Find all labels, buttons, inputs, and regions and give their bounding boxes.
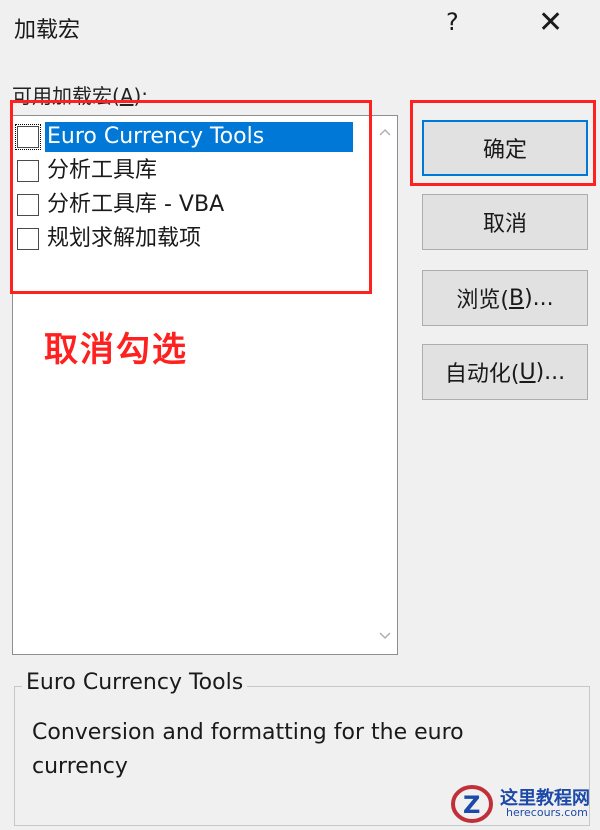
cancel-button[interactable]: 取消	[422, 194, 588, 250]
list-item[interactable]: 规划求解加载项	[17, 224, 207, 254]
available-addins-label: 可用加载宏(A):	[12, 84, 149, 108]
description-title: Euro Currency Tools	[22, 670, 248, 695]
list-item[interactable]: 分析工具库 - VBA	[17, 190, 230, 220]
addin-checkbox[interactable]	[17, 228, 39, 250]
description-text: Conversion and formatting for the euro c…	[32, 720, 464, 779]
ok-button[interactable]: 确定	[422, 120, 588, 176]
watermark: Z 这里教程网 herecours.com	[450, 782, 596, 826]
annotation-text: 取消勾选	[44, 330, 188, 370]
list-item[interactable]: Euro Currency Tools	[15, 122, 353, 152]
dialog-title-bar: 加载宏 ? ✕	[0, 0, 600, 58]
chevron-down-icon[interactable]	[373, 624, 397, 650]
addin-checkbox[interactable]	[15, 124, 41, 150]
addin-checkbox[interactable]	[17, 194, 39, 216]
svg-text:Z: Z	[463, 791, 480, 819]
list-item[interactable]: 分析工具库	[17, 156, 163, 186]
help-icon[interactable]: ?	[446, 8, 459, 36]
watermark-text-en: herecours.com	[506, 806, 588, 819]
watermark-logo-icon: Z	[451, 785, 493, 823]
vertical-scrollbar[interactable]	[373, 116, 397, 654]
automation-button[interactable]: 自动化(U)...	[422, 344, 588, 400]
addin-label: 规划求解加载项	[47, 226, 202, 251]
chevron-up-icon[interactable]	[373, 120, 397, 146]
addin-label: 分析工具库	[47, 158, 158, 183]
addin-label: 分析工具库 - VBA	[47, 192, 225, 217]
close-icon[interactable]: ✕	[538, 8, 563, 38]
browse-button[interactable]: 浏览(B)...	[422, 270, 588, 326]
dialog-title: 加载宏	[14, 18, 81, 43]
addin-checkbox[interactable]	[17, 160, 39, 182]
addin-label: Euro Currency Tools	[45, 122, 353, 152]
addins-listbox[interactable]: Euro Currency Tools 分析工具库 分析工具库 - VBA 规划…	[12, 115, 398, 655]
